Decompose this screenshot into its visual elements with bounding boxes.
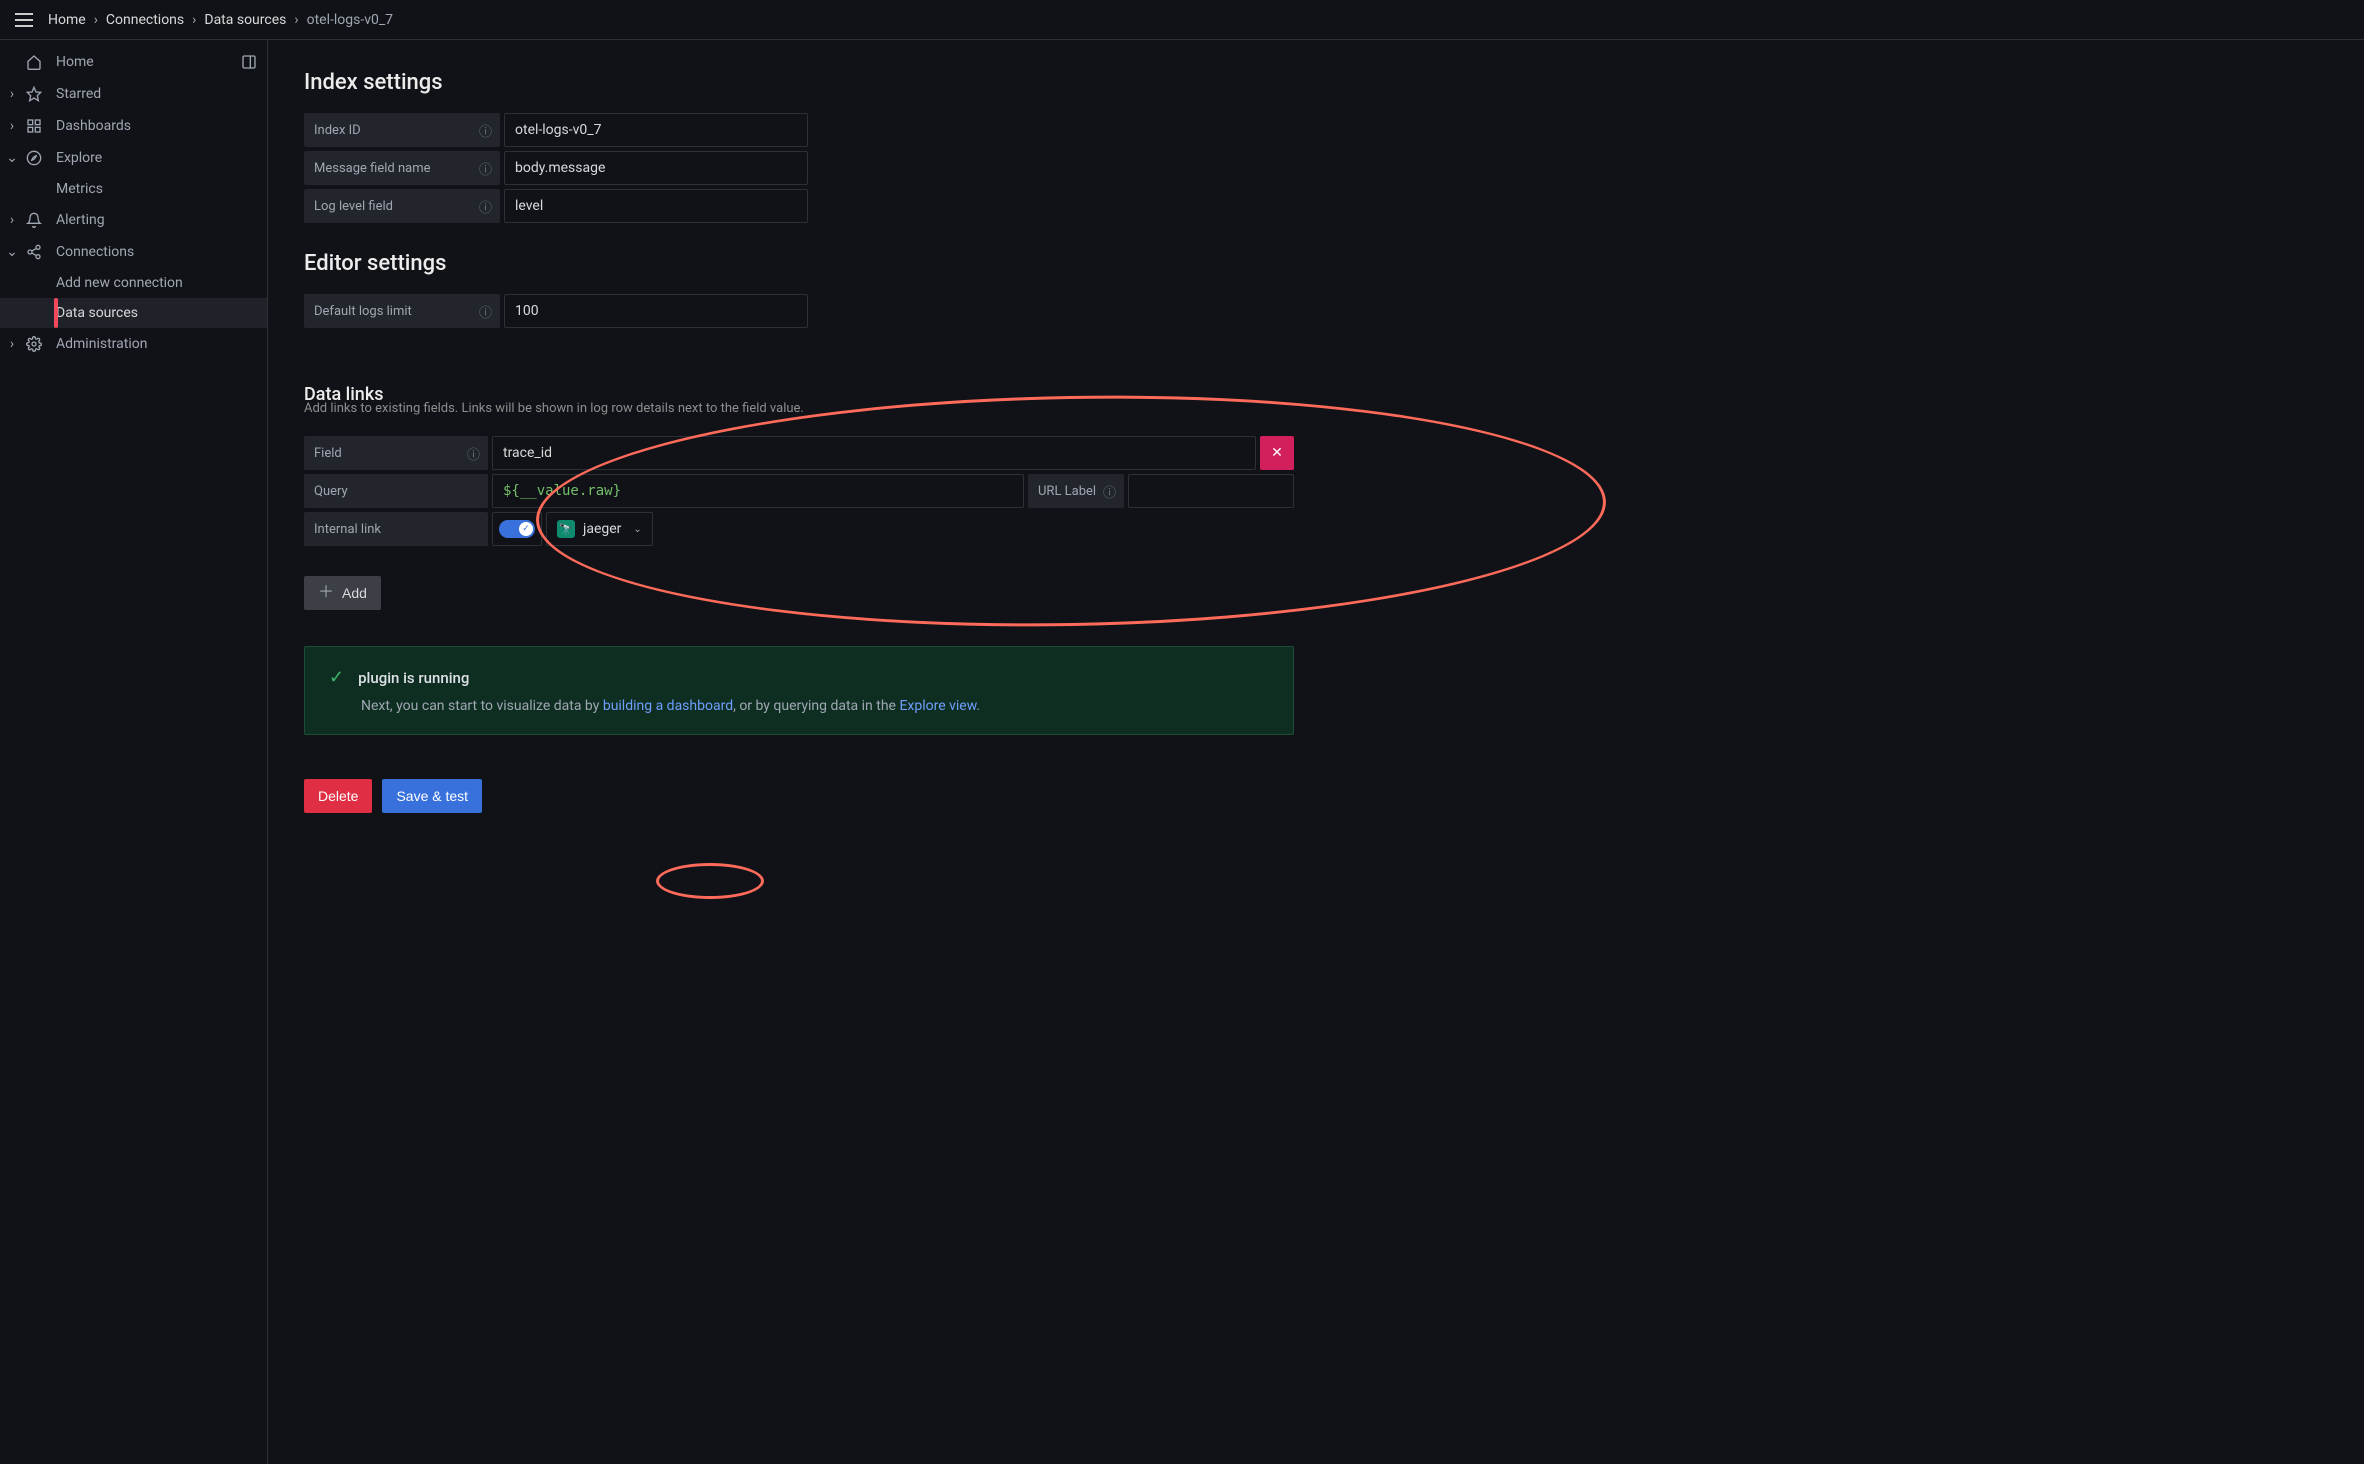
star-icon	[24, 86, 44, 102]
chevron-right-icon: ›	[94, 12, 98, 28]
house-icon	[24, 54, 44, 70]
sidebar-item-explore[interactable]: ⌄ Explore	[0, 142, 267, 174]
section-subtext: Add links to existing fields. Links will…	[304, 401, 2328, 416]
sidebar-item-label: Add new connection	[56, 275, 183, 291]
section-title-index: Index settings	[304, 70, 2328, 95]
add-datalink-button[interactable]: ＋ Add	[304, 576, 381, 610]
field-label: Field ⓘ	[304, 436, 488, 470]
field-label: URL Label ⓘ	[1028, 474, 1124, 508]
field-label: Message field name ⓘ	[304, 151, 500, 185]
chevron-right-icon: ›	[294, 12, 298, 28]
button-label: Save & test	[396, 788, 468, 804]
field-label: Internal link	[304, 512, 488, 546]
hamburger-menu-icon[interactable]	[12, 8, 36, 32]
chevron-right-icon: ›	[6, 336, 18, 352]
chevron-right-icon: ›	[6, 86, 18, 102]
section-title-editor: Editor settings	[304, 251, 2328, 276]
alert-title: plugin is running	[358, 669, 469, 687]
index-id-input[interactable]: otel-logs-v0_7	[504, 113, 808, 147]
sidebar-item-connections[interactable]: ⌄ Connections	[0, 236, 267, 268]
sidebar: Home › Starred › Dashboards ⌄ Explore	[0, 40, 268, 1464]
info-icon[interactable]: ⓘ	[1103, 482, 1116, 501]
sidebar-item-administration[interactable]: › Administration	[0, 328, 267, 360]
info-icon[interactable]: ⓘ	[479, 121, 492, 140]
sidebar-item-label: Starred	[56, 86, 101, 102]
datasource-select[interactable]: 🔭 jaeger ⌄	[546, 512, 653, 546]
compass-icon	[24, 150, 44, 166]
grid-icon	[24, 118, 44, 134]
field-label: Default logs limit ⓘ	[304, 294, 500, 328]
field-label: Index ID ⓘ	[304, 113, 500, 147]
breadcrumb-item[interactable]: Data sources	[204, 12, 286, 28]
annotation-circle	[656, 863, 764, 899]
datalink-query-input[interactable]: ${__value.raw}	[492, 474, 1024, 508]
field-label: Query	[304, 474, 488, 508]
sidebar-item-label: Administration	[56, 336, 147, 352]
breadcrumb: Home › Connections › Data sources › otel…	[48, 12, 393, 28]
sidebar-item-label: Alerting	[56, 212, 105, 228]
button-label: Add	[342, 585, 367, 601]
sidebar-item-alerting[interactable]: › Alerting	[0, 204, 267, 236]
sidebar-item-home[interactable]: Home	[0, 46, 267, 78]
sidebar-item-metrics[interactable]: Metrics	[0, 174, 267, 204]
plus-icon: ＋	[318, 585, 334, 601]
chevron-right-icon: ›	[6, 118, 18, 134]
sidebar-item-dashboards[interactable]: › Dashboards	[0, 110, 267, 142]
sidebar-item-starred[interactable]: › Starred	[0, 78, 267, 110]
close-icon: ✕	[1271, 445, 1283, 461]
gear-icon	[24, 336, 44, 352]
log-level-input[interactable]: level	[504, 189, 808, 223]
message-field-input[interactable]: body.message	[504, 151, 808, 185]
breadcrumb-current: otel-logs-v0_7	[307, 12, 393, 28]
internal-link-toggle[interactable]: ✓	[492, 512, 542, 546]
delete-button[interactable]: Delete	[304, 779, 372, 813]
alert-body: Next, you can start to visualize data by…	[329, 698, 1269, 714]
field-label: Log level field ⓘ	[304, 189, 500, 223]
chevron-right-icon: ›	[192, 12, 196, 28]
share-icon	[24, 244, 44, 260]
chevron-down-icon: ⌄	[6, 150, 18, 166]
url-label-input[interactable]	[1128, 474, 1294, 508]
plugin-status-alert: ✓ plugin is running Next, you can start …	[304, 646, 1294, 735]
link-build-dashboard[interactable]: building a dashboard	[603, 698, 733, 714]
button-label: Delete	[318, 788, 358, 804]
sidebar-item-add-connection[interactable]: Add new connection	[0, 268, 267, 298]
remove-datalink-button[interactable]: ✕	[1260, 436, 1294, 470]
datalink-field-input[interactable]: trace_id	[492, 436, 1256, 470]
sidebar-item-data-sources[interactable]: Data sources	[0, 298, 267, 328]
info-icon[interactable]: ⓘ	[467, 444, 480, 463]
datasource-name: jaeger	[583, 521, 621, 537]
link-explore-view[interactable]: Explore view	[899, 698, 976, 714]
chevron-right-icon: ›	[6, 212, 18, 228]
sidebar-item-label: Explore	[56, 150, 102, 166]
chevron-down-icon: ⌄	[6, 244, 18, 260]
main-content: Index settings Index ID ⓘ otel-logs-v0_7…	[268, 40, 2364, 1464]
check-icon: ✓	[329, 667, 344, 688]
chevron-down-icon: ⌄	[633, 524, 641, 535]
sidebar-item-label: Data sources	[56, 305, 138, 321]
sidebar-item-label: Home	[56, 54, 94, 70]
sidebar-item-label: Connections	[56, 244, 134, 260]
info-icon[interactable]: ⓘ	[479, 159, 492, 178]
breadcrumb-item[interactable]: Connections	[106, 12, 184, 28]
default-logs-limit-input[interactable]: 100	[504, 294, 808, 328]
sidebar-item-label: Metrics	[56, 181, 103, 197]
info-icon[interactable]: ⓘ	[479, 302, 492, 321]
bell-icon	[24, 212, 44, 228]
sidebar-item-label: Dashboards	[56, 118, 131, 134]
save-and-test-button[interactable]: Save & test	[382, 779, 482, 813]
jaeger-icon: 🔭	[557, 520, 575, 538]
undock-icon[interactable]	[241, 54, 257, 70]
breadcrumb-item[interactable]: Home	[48, 12, 86, 28]
info-icon[interactable]: ⓘ	[479, 197, 492, 216]
